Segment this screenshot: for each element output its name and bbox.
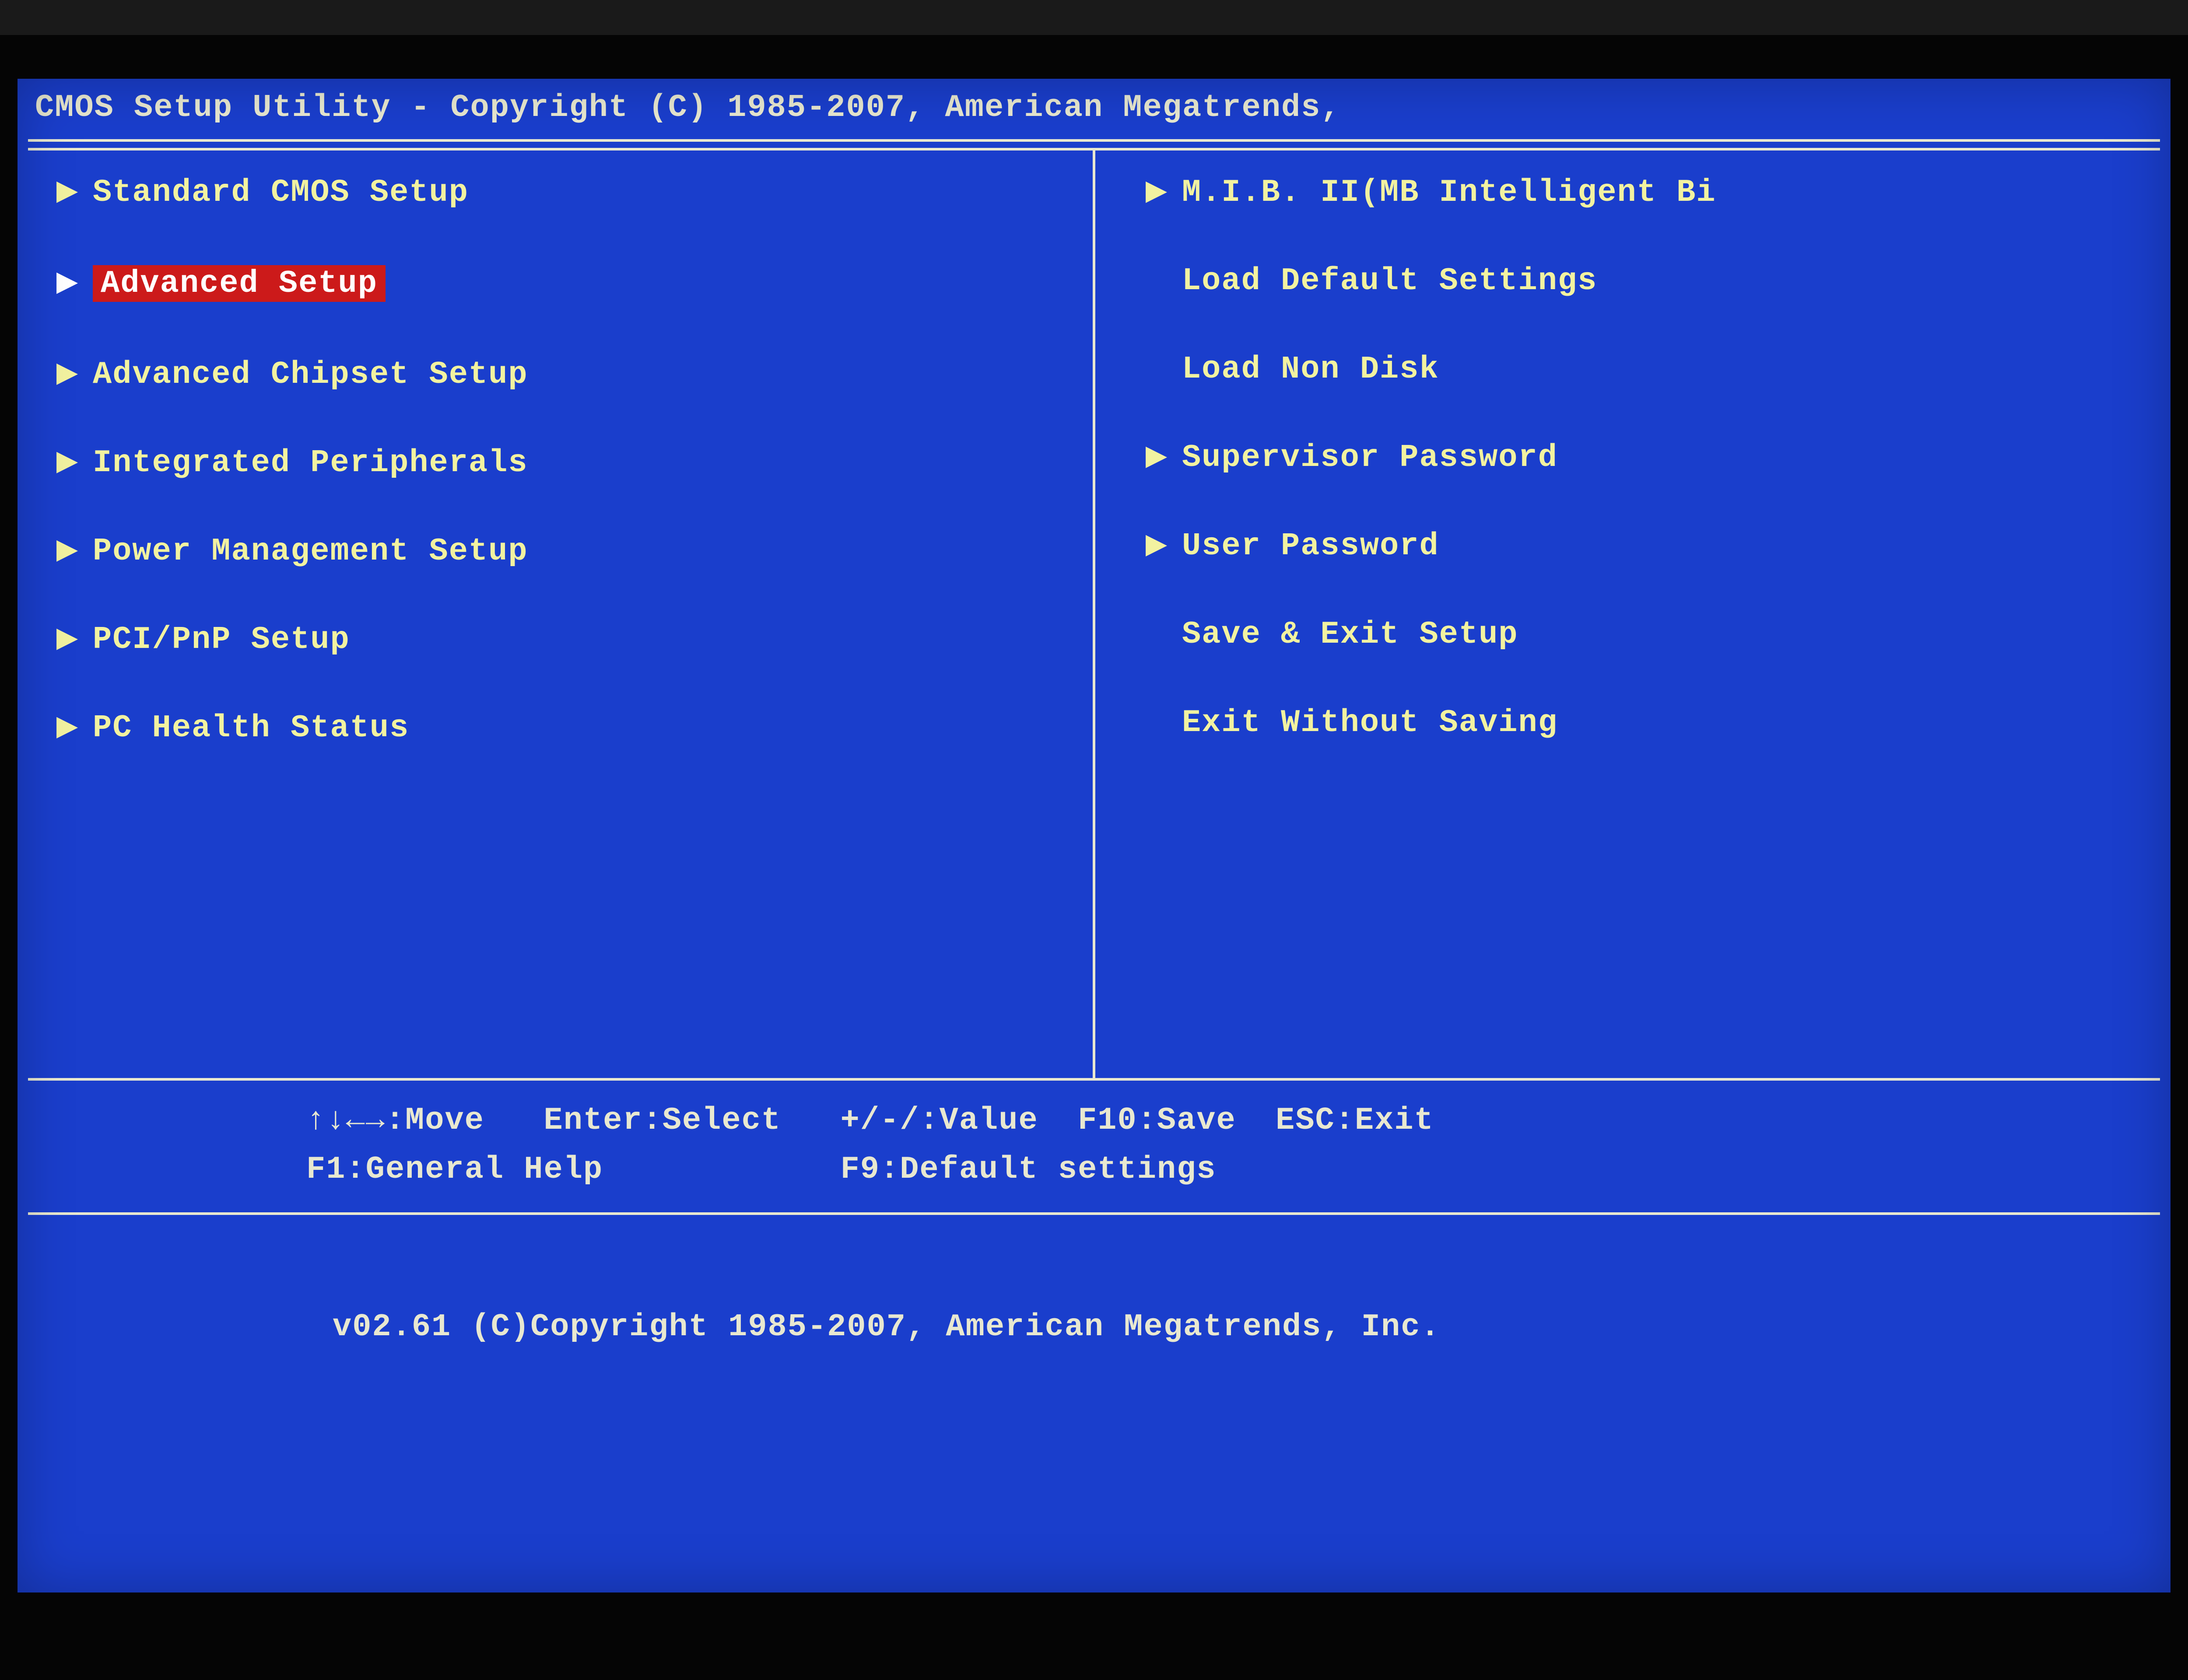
menu-item-right-3[interactable]: ▶ Supervisor Password [1143, 442, 2147, 473]
footer-panel: v02.61 (C)Copyright 1985-2007, American … [18, 1215, 2170, 1360]
page-title: CMOS Setup Utility - Copyright (C) 1985-… [35, 90, 1341, 126]
menu-item-label: User Password [1182, 530, 1439, 562]
triangle-right-icon: ▶ [54, 270, 81, 297]
menu-item-label: PC Health Status [93, 712, 409, 744]
menu-item-left-1[interactable]: ▶ Advanced Setup [54, 265, 1080, 302]
menu-item-right-0[interactable]: ▶ M.I.B. II(MB Intelligent Bi [1143, 177, 2147, 208]
menu-item-left-6[interactable]: ▶ PC Health Status [54, 712, 1080, 744]
monitor-bezel: CMOS Setup Utility - Copyright (C) 1985-… [0, 35, 2188, 1680]
triangle-right-icon: ▶ [54, 538, 81, 564]
menu-item-label: Load Non Disk [1182, 354, 1439, 385]
menu-item-label: Power Management Setup [93, 536, 528, 567]
menu-item-label: Integrated Peripherals [93, 447, 528, 479]
menu-item-label: Advanced Chipset Setup [93, 359, 528, 390]
menu-item-label: Advanced Setup [93, 265, 386, 302]
menu-item-left-0[interactable]: ▶ Standard CMOS Setup [54, 177, 1080, 208]
triangle-right-icon: ▶ [54, 179, 81, 206]
menu-item-right-1[interactable]: ▶Load Default Settings [1143, 265, 2147, 297]
triangle-right-icon: ▶ [54, 715, 81, 741]
menu-item-label: PCI/PnP Setup [93, 624, 350, 655]
menu-item-label: Save & Exit Setup [1182, 619, 1518, 650]
triangle-right-icon: ▶ [54, 450, 81, 476]
bios-screen: CMOS Setup Utility - Copyright (C) 1985-… [18, 79, 2170, 1592]
triangle-right-icon: ▶ [1143, 179, 1170, 206]
menu-item-label: M.I.B. II(MB Intelligent Bi [1182, 177, 1716, 208]
menu-item-right-4[interactable]: ▶ User Password [1143, 530, 2147, 562]
help-line-2: F1:General Help F9:Default settings [306, 1145, 2157, 1194]
help-line-1: ↑↓←→:Move Enter:Select +/-/:Value F10:Sa… [306, 1096, 2157, 1145]
menu-item-right-2[interactable]: ▶Load Non Disk [1143, 354, 2147, 385]
menu-column-left: ▶ Standard CMOS Setup ▶ Advanced Setup ▶ Adva… [28, 150, 1093, 1078]
menu-item-left-2[interactable]: ▶ Advanced Chipset Setup [54, 359, 1080, 390]
triangle-right-icon: ▶ [54, 626, 81, 653]
title-bar: CMOS Setup Utility - Copyright (C) 1985-… [18, 79, 2170, 139]
menu-column-right: ▶M.I.B. II(MB Intelligent Bi▶Load Defaul… [1095, 150, 2160, 1078]
help-panel: ↑↓←→:Move Enter:Select +/-/:Value F10:Sa… [18, 1081, 2170, 1212]
menu-item-left-5[interactable]: ▶ PCI/PnP Setup [54, 624, 1080, 655]
menu-item-right-5[interactable]: ▶Save & Exit Setup [1143, 619, 2147, 650]
main-panel: ▶ Standard CMOS Setup ▶ Advanced Setup ▶ Adva… [28, 150, 2160, 1078]
menu-item-right-6[interactable]: ▶Exit Without Saving [1143, 707, 2147, 738]
divider [28, 139, 2160, 142]
menu-item-left-3[interactable]: ▶ Integrated Peripherals [54, 447, 1080, 479]
menu-item-label: Exit Without Saving [1182, 707, 1558, 738]
menu-item-left-4[interactable]: ▶ Power Management Setup [54, 536, 1080, 567]
menu-item-label: Load Default Settings [1182, 265, 1597, 297]
triangle-right-icon: ▶ [1143, 533, 1170, 559]
menu-item-label: Supervisor Password [1182, 442, 1558, 473]
triangle-right-icon: ▶ [54, 361, 81, 388]
triangle-right-icon: ▶ [1143, 444, 1170, 471]
footer-text: v02.61 (C)Copyright 1985-2007, American … [333, 1309, 1441, 1345]
menu-item-label: Standard CMOS Setup [93, 177, 469, 208]
